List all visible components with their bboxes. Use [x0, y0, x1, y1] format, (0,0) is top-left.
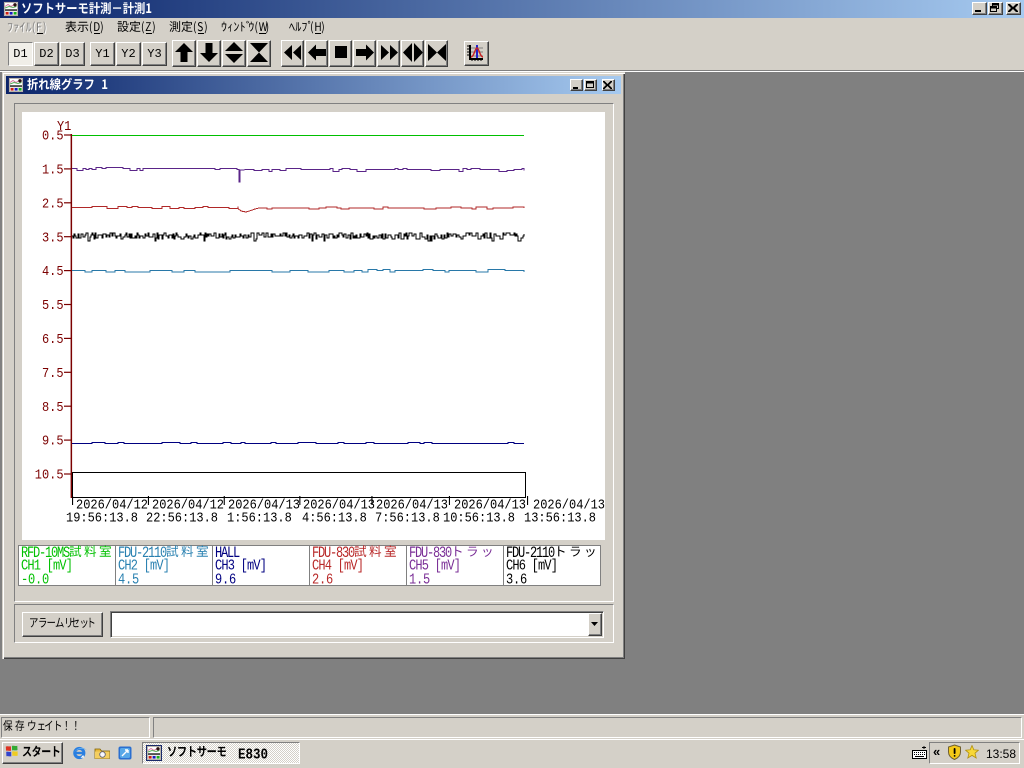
svg-text:8.5: 8.5: [42, 399, 64, 415]
svg-text:7.5: 7.5: [42, 365, 64, 381]
svg-text:Y1: Y1: [57, 118, 72, 134]
svg-text:10.5: 10.5: [35, 467, 64, 483]
svg-text:1.5: 1.5: [42, 162, 64, 178]
svg-text:9.5: 9.5: [42, 433, 64, 449]
svg-text:3.5: 3.5: [42, 229, 64, 245]
svg-text:5.5: 5.5: [42, 297, 64, 313]
svg-text:6.5: 6.5: [42, 331, 64, 347]
svg-text:2.5: 2.5: [42, 196, 64, 212]
svg-text:4.5: 4.5: [42, 263, 64, 279]
